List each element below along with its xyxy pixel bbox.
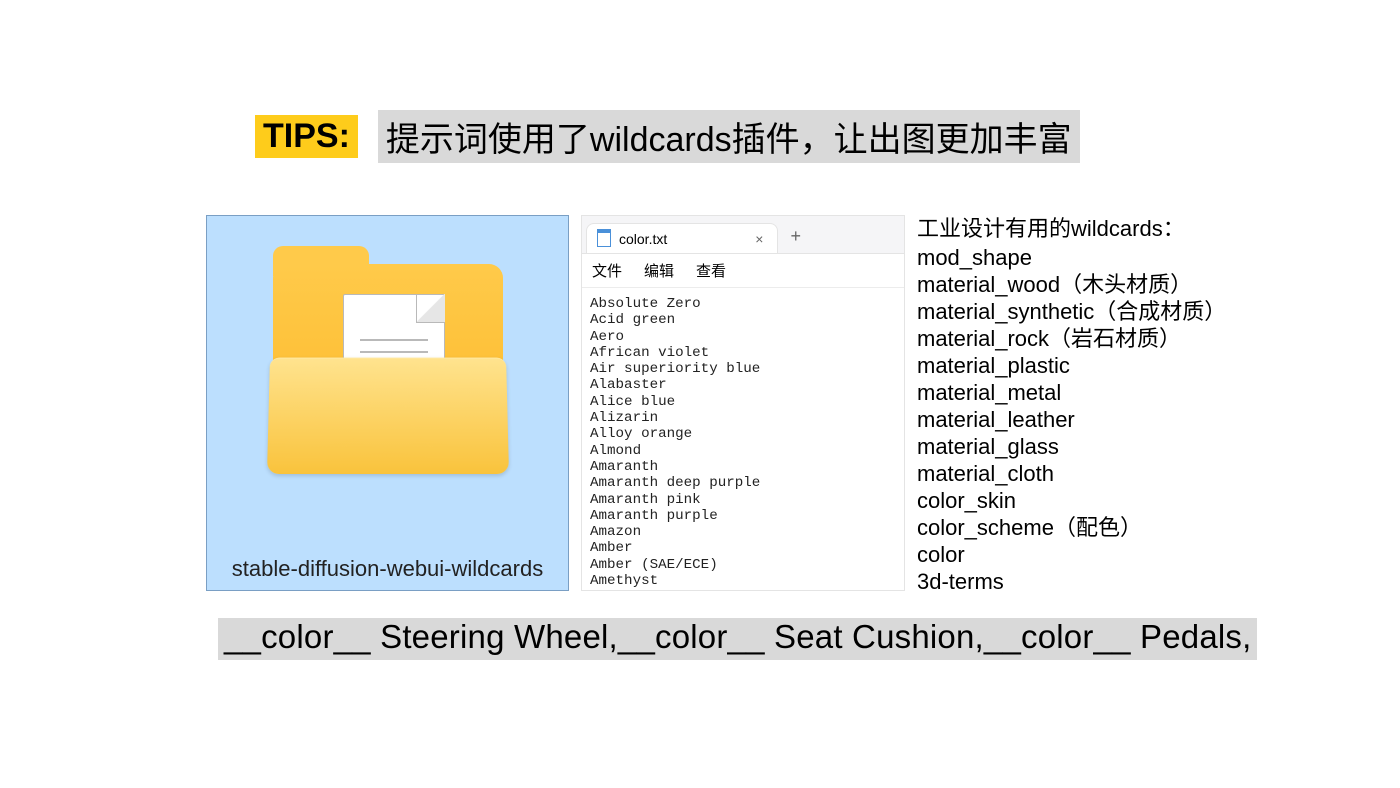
editor-line: Amaranth pink <box>590 492 896 508</box>
editor-line: Almond <box>590 443 896 459</box>
editor-tab-title: color.txt <box>619 231 667 247</box>
wildcard-item: material_plastic <box>917 352 1237 379</box>
editor-tab[interactable]: color.txt × <box>586 223 778 253</box>
wildcard-item: material_rock（岩石材质） <box>917 325 1237 352</box>
editor-line: Alabaster <box>590 377 896 393</box>
wildcards-list: mod_shapematerial_wood（木头材质）material_syn… <box>917 244 1237 595</box>
tips-badge: TIPS: <box>255 115 358 158</box>
menu-file[interactable]: 文件 <box>592 260 622 281</box>
editor-line: Air superiority blue <box>590 361 896 377</box>
editor-line: Acid green <box>590 312 896 328</box>
wildcard-item: material_synthetic（合成材质） <box>917 298 1237 325</box>
tips-description: 提示词使用了wildcards插件，让出图更加丰富 <box>378 110 1080 163</box>
menu-edit[interactable]: 编辑 <box>644 260 674 281</box>
wildcard-item: material_cloth <box>917 460 1237 487</box>
editor-line: Amber (SAE/ECE) <box>590 557 896 573</box>
editor-line: Alloy orange <box>590 426 896 442</box>
tips-header: TIPS: 提示词使用了wildcards插件，让出图更加丰富 <box>255 110 1080 163</box>
notepad-icon <box>597 231 611 247</box>
wildcard-item: mod_shape <box>917 244 1237 271</box>
wildcard-item: color_skin <box>917 487 1237 514</box>
wildcards-heading: 工业设计有用的wildcards： <box>917 215 1237 242</box>
wildcard-item: material_wood（木头材质） <box>917 271 1237 298</box>
editor-line: Amethyst <box>590 573 896 589</box>
editor-line: Amaranth deep purple <box>590 475 896 491</box>
wildcard-item: material_leather <box>917 406 1237 433</box>
editor-menu: 文件 编辑 查看 <box>582 254 904 288</box>
editor-line: African violet <box>590 345 896 361</box>
wildcard-item: 3d-terms <box>917 568 1237 595</box>
wildcards-column: 工业设计有用的wildcards： mod_shapematerial_wood… <box>917 215 1237 595</box>
editor-line: Absolute Zero <box>590 296 896 312</box>
wildcard-item: material_metal <box>917 379 1237 406</box>
editor-line: Alice blue <box>590 394 896 410</box>
editor-line: Amaranth <box>590 459 896 475</box>
editor-tabbar: color.txt × + <box>582 216 904 254</box>
editor-line: Alizarin <box>590 410 896 426</box>
folder-panel[interactable]: stable-diffusion-webui-wildcards <box>206 215 569 591</box>
editor-body[interactable]: Absolute ZeroAcid greenAeroAfrican viole… <box>582 288 904 590</box>
wildcard-item: material_glass <box>917 433 1237 460</box>
new-tab-button[interactable]: + <box>790 226 801 247</box>
editor-line: Amazon <box>590 524 896 540</box>
folder-caption: stable-diffusion-webui-wildcards <box>207 550 568 590</box>
editor-line: Amaranth purple <box>590 508 896 524</box>
editor-line: Amber <box>590 540 896 556</box>
text-editor-window: color.txt × + 文件 编辑 查看 Absolute ZeroAcid… <box>581 215 905 591</box>
close-icon[interactable]: × <box>755 231 763 247</box>
menu-view[interactable]: 查看 <box>696 260 726 281</box>
wildcard-item: color_scheme（配色） <box>917 514 1237 541</box>
wildcard-item: color <box>917 541 1237 568</box>
editor-line: Aero <box>590 329 896 345</box>
example-prompt: __color__ Steering Wheel,__color__ Seat … <box>218 618 1257 660</box>
folder-icon <box>273 264 503 474</box>
